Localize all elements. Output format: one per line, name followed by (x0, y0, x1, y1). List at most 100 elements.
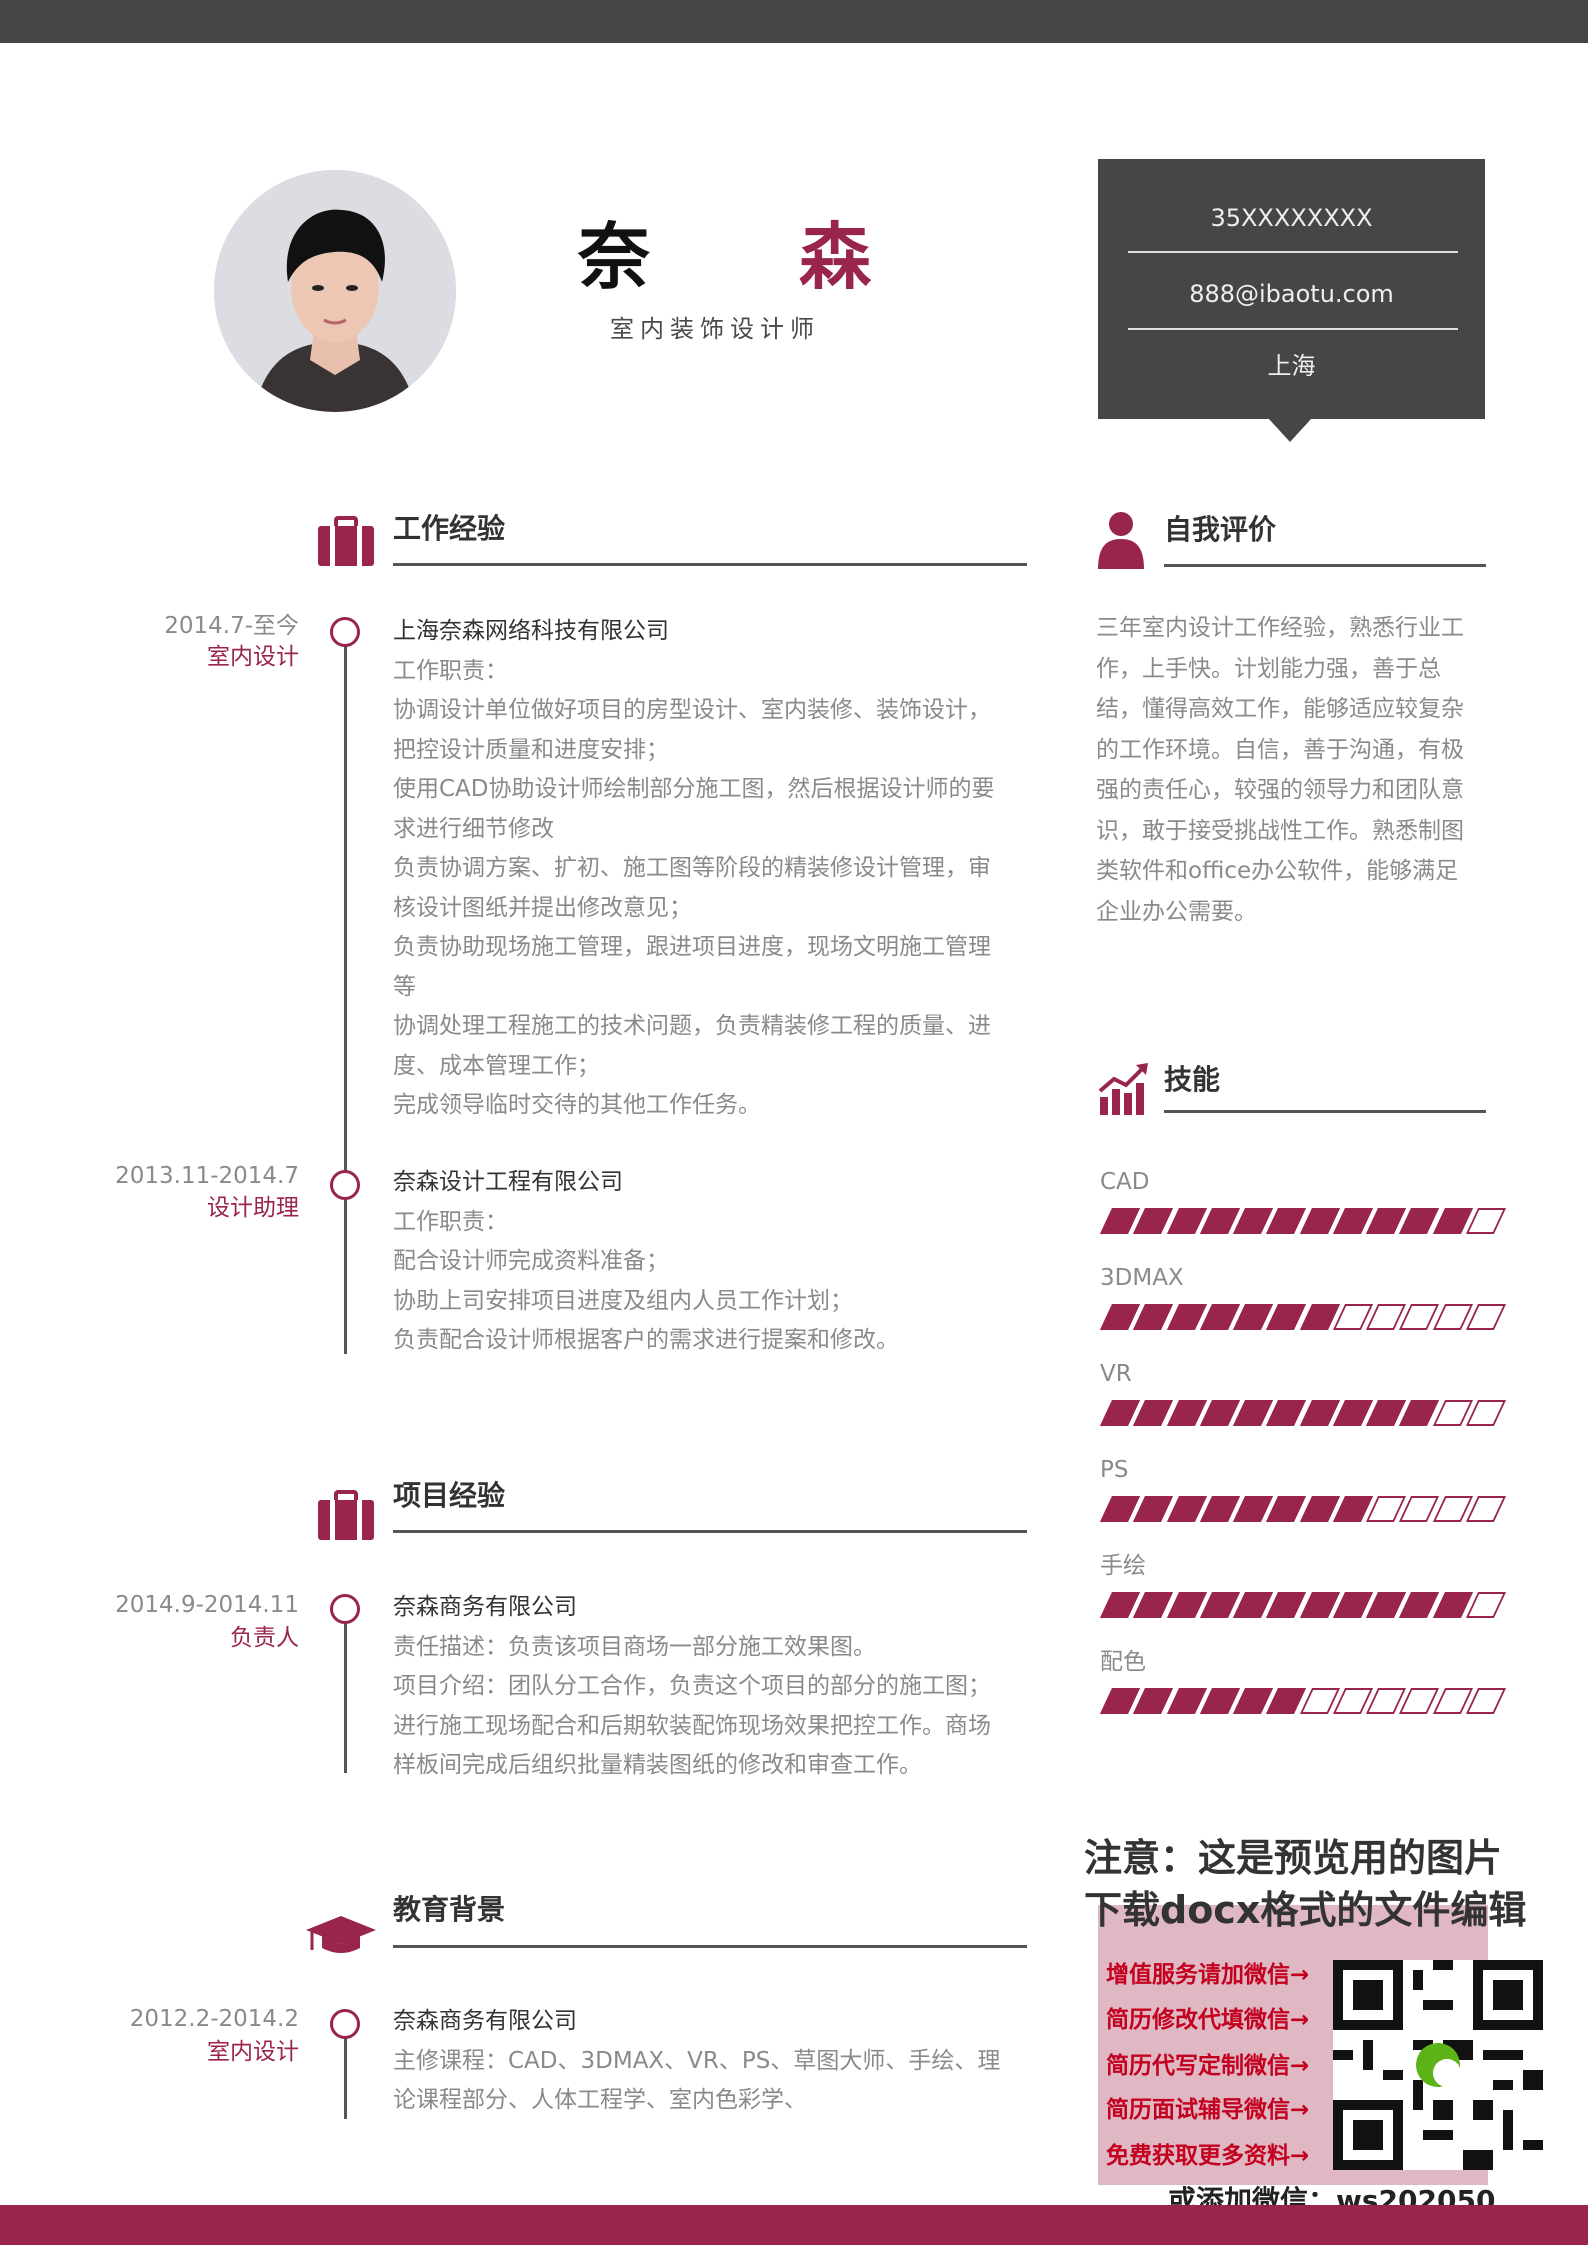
skill-level-bar (1099, 1496, 1507, 1524)
skill-row: 手绘 (1099, 1550, 1507, 1646)
skill-row: CAD (1099, 1166, 1507, 1262)
work-entry-1: 上海奈森网络科技有限公司 工作职责： 协调设计单位做好项目的房型设计、室内装修、… (393, 612, 1033, 1126)
skill-name: PS (1100, 1457, 1129, 1483)
self-eval-line: 结，懂得高效工作，能够适应较复杂 (1096, 696, 1464, 722)
skills-list: CAD 3DMAX VR PS 手绘配色 (1099, 1166, 1507, 1742)
self-eval-line: 类软件和office办公软件，能够满足 (1096, 858, 1459, 884)
timeline-dot (330, 2009, 360, 2039)
graduation-cap-icon (306, 1914, 376, 1962)
skill-segment-empty (1465, 1208, 1507, 1234)
briefcase-icon (318, 1490, 374, 1544)
work-line: 核设计图纸并提出修改意见； (393, 894, 692, 921)
section-title-skills: 技能 (1164, 1063, 1221, 1096)
section-title-projects: 项目经验 (393, 1479, 506, 1512)
skill-name: 手绘 (1100, 1553, 1146, 1579)
name-second: 森 (799, 215, 872, 299)
education-line: 论课程部分、人体工程学、室内色彩学、 (393, 2087, 807, 2113)
section-title-work: 工作经验 (393, 512, 506, 545)
skill-row: 配色 (1099, 1646, 1507, 1742)
work-line: 等 (393, 973, 416, 1000)
ad-link[interactable]: 免费获取更多资料→ (1106, 2141, 1309, 2171)
timeline-dot (330, 1170, 360, 1200)
work-role-1: 室内设计 (207, 644, 299, 670)
skill-segment-empty (1465, 1592, 1507, 1618)
project-line: 项目介绍：团队分工合作，负责这个项目的部分的施工图； (393, 1673, 991, 1699)
section-rule (1164, 1110, 1486, 1113)
bar-chart-growth-icon (1098, 1063, 1150, 1119)
skill-level-bar (1099, 1688, 1507, 1716)
project-line: 进行施工现场配合和后期软装配饰现场效果把控工作。商场 (393, 1712, 991, 1739)
divider (1128, 251, 1458, 253)
skill-row: 3DMAX (1099, 1262, 1507, 1358)
work-role-2: 设计助理 (207, 1195, 299, 1221)
self-eval-line: 作，上手快。计划能力强，善于总 (1096, 655, 1441, 682)
work-line: 使用CAD协助设计师绘制部分施工图，然后根据设计师的要 (393, 776, 995, 802)
job-title: 室内装饰设计师 (610, 315, 820, 343)
work-line: 负责协调方案、扩初、施工图等阶段的精装修设计管理，审 (393, 855, 991, 881)
work-line: 工作职责： (393, 1208, 508, 1235)
education-entry: 奈森商务有限公司 主修课程：CAD、3DMAX、VR、PS、草图大师、手绘、理 … (393, 2002, 1033, 2121)
skill-level-bar (1099, 1208, 1507, 1236)
work-company-2: 奈森设计工程有限公司 (393, 1169, 623, 1195)
skill-row: VR (1099, 1358, 1507, 1454)
person-photo (214, 170, 456, 412)
project-date: 2014.9-2014.11 (115, 1592, 299, 1618)
work-line: 求进行细节修改 (393, 815, 554, 842)
work-entry-2: 奈森设计工程有限公司 工作职责： 配合设计师完成资料准备； 协助上司安排项目进度… (393, 1163, 1033, 1361)
self-eval-line: 的工作环境。自信，善于沟通，有极 (1096, 736, 1464, 763)
skill-name: 3DMAX (1100, 1265, 1184, 1291)
timeline-line (344, 1608, 347, 1773)
education-role: 室内设计 (207, 2039, 299, 2065)
timeline-dot (330, 617, 360, 647)
preview-note-line-1: 注意：这是预览用的图片 (1084, 1836, 1503, 1880)
self-eval-line: 三年室内设计工作经验，熟悉行业工 (1096, 615, 1464, 641)
self-eval-line: 企业办公需要。 (1096, 898, 1257, 925)
skill-segment-empty (1465, 1496, 1507, 1522)
work-line: 把控设计质量和进度安排； (393, 736, 669, 763)
self-eval-line: 识，敢于接受挑战性工作。熟悉制图 (1096, 817, 1464, 844)
ad-link[interactable]: 简历面试辅导微信→ (1106, 2095, 1309, 2125)
education-school: 奈森商务有限公司 (393, 2008, 577, 2034)
work-line: 协调设计单位做好项目的房型设计、室内装修、装饰设计， (393, 697, 991, 723)
preview-note: 注意：这是预览用的图片 下载docx格式的文件编辑 (1084, 1832, 1526, 1936)
project-company: 奈森商务有限公司 (393, 1594, 577, 1620)
self-eval-line: 强的责任心，较强的领导力和团队意 (1096, 777, 1464, 803)
contact-pointer (1268, 418, 1312, 442)
section-title-self: 自我评价 (1164, 513, 1277, 546)
top-bar (0, 0, 1588, 43)
project-role: 负责人 (230, 1625, 299, 1651)
skill-level-bar (1099, 1592, 1507, 1620)
section-rule (393, 1945, 1027, 1948)
work-date-2: 2013.11-2014.7 (115, 1163, 299, 1189)
preview-note-line-2: 下载docx格式的文件编辑 (1084, 1888, 1527, 1932)
project-entry: 奈森商务有限公司 责任描述：负责该项目商场一部分施工效果图。 项目介绍：团队分工… (393, 1588, 1033, 1786)
name-first: 奈 (578, 215, 651, 299)
skill-name: VR (1100, 1361, 1132, 1387)
timeline-dot (330, 1594, 360, 1624)
work-line: 协调处理工程施工的技术问题，负责精装修工程的质量、进 (393, 1013, 991, 1039)
ad-link[interactable]: 简历修改代填微信→ (1106, 2005, 1309, 2035)
briefcase-icon (318, 516, 374, 570)
contact-phone: 35XXXXXXXX (1210, 204, 1373, 232)
skill-segment-empty (1465, 1400, 1507, 1426)
work-line: 配合设计师完成资料准备； (393, 1248, 669, 1274)
skill-level-bar (1099, 1304, 1507, 1332)
section-title-education: 教育背景 (393, 1893, 506, 1926)
work-line: 协助上司安排项目进度及组内人员工作计划； (393, 1287, 853, 1314)
section-rule (393, 563, 1027, 566)
skill-row: PS (1099, 1454, 1507, 1550)
work-line: 度、成本管理工作； (393, 1052, 600, 1079)
section-rule (1164, 564, 1486, 567)
contact-email: 888@ibaotu.com (1189, 280, 1394, 308)
ad-link[interactable]: 增值服务请加微信→ (1106, 1960, 1309, 1990)
divider (1128, 328, 1458, 330)
person-icon (1098, 511, 1144, 573)
ad-link[interactable]: 简历代写定制微信→ (1106, 2051, 1309, 2081)
timeline-line (344, 632, 347, 1354)
bottom-bar (0, 2205, 1588, 2245)
work-company-1: 上海奈森网络科技有限公司 (393, 618, 669, 644)
qr-code-icon[interactable] (1333, 1960, 1543, 2170)
skill-segment-empty (1465, 1304, 1507, 1330)
work-line: 负责协助现场施工管理，跟进项目进度，现场文明施工管理 (393, 934, 991, 960)
skill-segment-empty (1465, 1688, 1507, 1714)
